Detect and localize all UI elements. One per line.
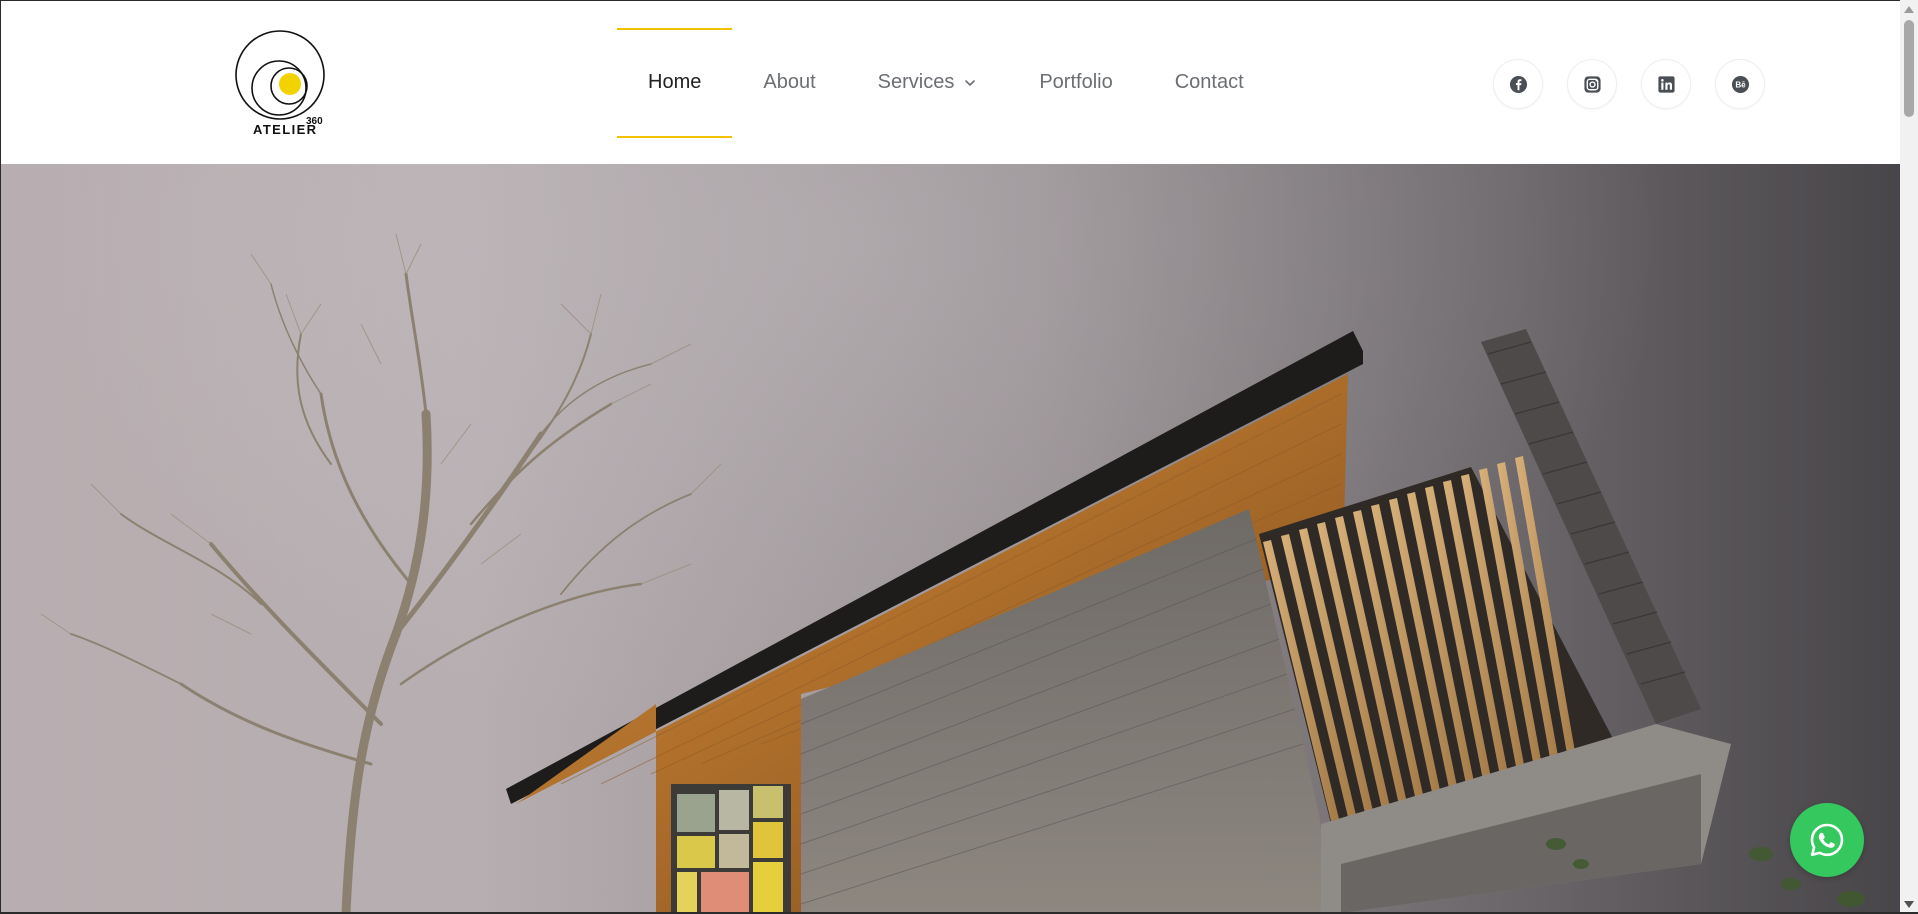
nav-item-home[interactable]: Home: [617, 27, 733, 138]
behance-link[interactable]: Bē: [1715, 59, 1765, 109]
nav-item-portfolio[interactable]: Portfolio: [1008, 28, 1143, 138]
nav-item-about[interactable]: About: [732, 28, 846, 138]
instagram-link[interactable]: [1567, 59, 1617, 109]
whatsapp-icon: [1810, 823, 1844, 857]
nav-item-label: Services: [877, 71, 955, 93]
scroll-up-arrow-icon[interactable]: [1904, 6, 1914, 13]
chevron-down-icon: [965, 79, 976, 86]
nav-item-contact[interactable]: Contact: [1144, 28, 1275, 138]
browser-viewport: ATELIER 360 Home About Services Portfoli…: [0, 0, 1900, 912]
nav-item-label: Home: [648, 71, 702, 93]
logo-mark: [235, 30, 325, 120]
page-scrollbar[interactable]: [1900, 0, 1918, 914]
hero-image: [1, 164, 1900, 912]
linkedin-icon: [1657, 75, 1675, 93]
instagram-icon: [1583, 75, 1601, 93]
whatsapp-chat-button[interactable]: [1790, 803, 1864, 877]
hero-house-illustration: [1, 164, 1900, 912]
scrollbar-thumb[interactable]: [1904, 20, 1914, 117]
main-nav: Home About Services Portfolio Contact: [617, 1, 1275, 164]
site-header: ATELIER 360 Home About Services Portfoli…: [1, 1, 1900, 164]
behance-icon: Bē: [1731, 75, 1749, 93]
nav-item-services[interactable]: Services: [847, 28, 1009, 138]
nav-item-label: Contact: [1174, 71, 1244, 93]
nav-item-label: Portfolio: [1039, 71, 1113, 93]
linkedin-link[interactable]: [1641, 59, 1691, 109]
nav-item-label: About: [763, 71, 816, 93]
facebook-icon: [1509, 75, 1527, 93]
facebook-link[interactable]: [1493, 59, 1543, 109]
scroll-down-arrow-icon[interactable]: [1904, 901, 1914, 908]
svg-text:Bē: Bē: [1735, 80, 1746, 89]
logo-superscript: 360: [306, 116, 323, 127]
social-links: Bē: [1493, 59, 1765, 109]
atelier360-logo[interactable]: ATELIER 360: [233, 28, 329, 140]
